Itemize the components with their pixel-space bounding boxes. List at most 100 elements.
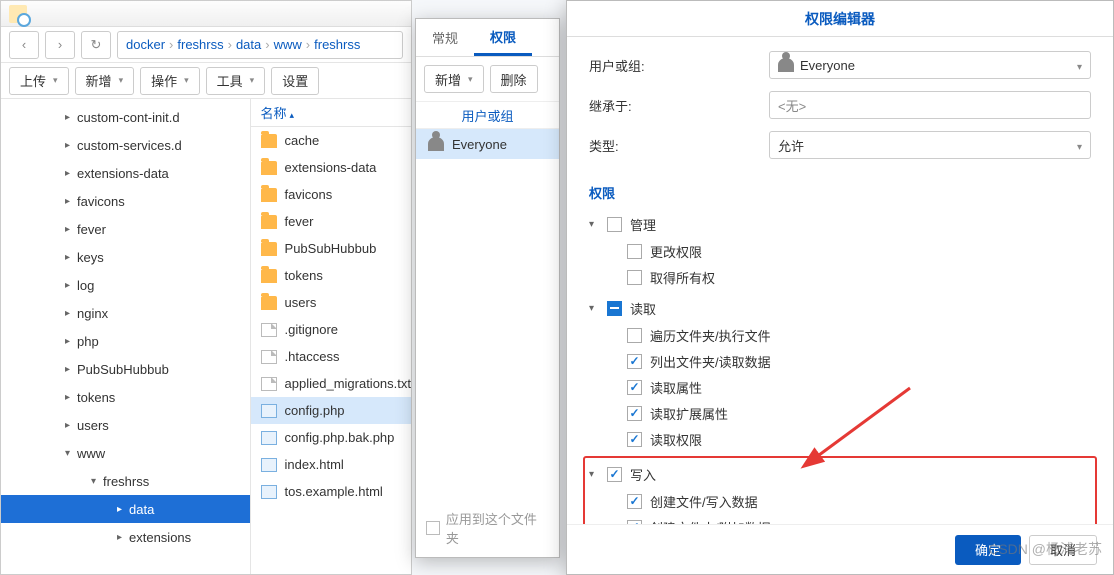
delete-button[interactable]: 删除 bbox=[490, 65, 538, 93]
twisty-icon[interactable]: ▸ bbox=[65, 392, 77, 403]
perm-item[interactable]: 读取权限 bbox=[589, 426, 1091, 452]
checkbox[interactable] bbox=[627, 494, 642, 509]
upload-button[interactable]: 上传 bbox=[9, 67, 69, 95]
perm-item[interactable]: 遍历文件夹/执行文件 bbox=[589, 322, 1091, 348]
twisty-icon[interactable]: ▾ bbox=[65, 448, 77, 459]
add-button[interactable]: 新增 bbox=[424, 65, 484, 93]
refresh-button[interactable]: ↻ bbox=[81, 31, 111, 59]
folder-tree[interactable]: ▸custom-cont-init.d▸custom-services.d▸ex… bbox=[1, 99, 251, 574]
tree-item[interactable]: ▸keys bbox=[1, 243, 250, 271]
perm-item[interactable]: 创建文件/写入数据 bbox=[589, 488, 1091, 514]
file-row[interactable]: tos.example.html bbox=[251, 478, 411, 505]
tree-item[interactable]: ▸extensions bbox=[1, 523, 250, 551]
twisty-icon[interactable]: ▾ bbox=[91, 476, 103, 487]
tab-general[interactable]: 常规 bbox=[416, 19, 474, 56]
twisty-icon[interactable]: ▸ bbox=[65, 224, 77, 235]
tree-item[interactable]: ▸log bbox=[1, 271, 250, 299]
type-select[interactable]: 允许 bbox=[769, 131, 1091, 159]
twisty-icon[interactable]: ▸ bbox=[65, 168, 77, 179]
user-select[interactable]: Everyone bbox=[769, 51, 1091, 79]
settings-button[interactable]: 设置 bbox=[271, 67, 319, 95]
tree-item[interactable]: ▸custom-services.d bbox=[1, 131, 250, 159]
file-row[interactable]: config.php.bak.php bbox=[251, 424, 411, 451]
checkbox[interactable] bbox=[627, 244, 642, 259]
back-button[interactable]: ‹ bbox=[9, 31, 39, 59]
twisty-icon[interactable]: ▾ bbox=[589, 303, 599, 314]
tree-item[interactable]: ▸PubSubHubbub bbox=[1, 355, 250, 383]
inherit-select[interactable]: <无> bbox=[769, 91, 1091, 119]
file-row[interactable]: .gitignore bbox=[251, 316, 411, 343]
twisty-icon[interactable]: ▸ bbox=[65, 336, 77, 347]
checkbox[interactable] bbox=[607, 467, 622, 482]
file-row[interactable]: cache bbox=[251, 127, 411, 154]
cancel-button[interactable]: 取消 bbox=[1029, 535, 1097, 565]
tab-permissions[interactable]: 权限 bbox=[474, 19, 532, 56]
breadcrumb-segment[interactable]: data bbox=[236, 37, 261, 52]
perm-item[interactable]: 读取属性 bbox=[589, 374, 1091, 400]
checkbox[interactable] bbox=[627, 432, 642, 447]
new-button[interactable]: 新增 bbox=[75, 67, 135, 95]
forward-button[interactable]: › bbox=[45, 31, 75, 59]
tree-item[interactable]: ▸fever bbox=[1, 215, 250, 243]
file-row[interactable]: tokens bbox=[251, 262, 411, 289]
file-row[interactable]: .htaccess bbox=[251, 343, 411, 370]
twisty-icon[interactable]: ▸ bbox=[65, 280, 77, 291]
checkbox[interactable] bbox=[607, 217, 622, 232]
action-button[interactable]: 操作 bbox=[140, 67, 200, 95]
column-header-name[interactable]: 名称 bbox=[251, 99, 411, 127]
twisty-icon[interactable]: ▸ bbox=[65, 364, 77, 375]
tree-item[interactable]: ▾www bbox=[1, 439, 250, 467]
file-row[interactable]: PubSubHubbub bbox=[251, 235, 411, 262]
checkbox[interactable] bbox=[627, 270, 642, 285]
file-row[interactable]: users bbox=[251, 289, 411, 316]
twisty-icon[interactable]: ▸ bbox=[65, 420, 77, 431]
perm-group-head[interactable]: ▾写入 bbox=[589, 460, 1091, 488]
file-row[interactable]: index.html bbox=[251, 451, 411, 478]
twisty-icon[interactable]: ▾ bbox=[589, 469, 599, 480]
tree-item[interactable]: ▸extensions-data bbox=[1, 159, 250, 187]
tree-item[interactable]: ▸favicons bbox=[1, 187, 250, 215]
tools-button[interactable]: 工具 bbox=[206, 67, 266, 95]
tree-item[interactable]: ▸users bbox=[1, 411, 250, 439]
tree-item[interactable]: ▸data bbox=[1, 495, 250, 523]
breadcrumb-segment[interactable]: freshrss bbox=[314, 37, 360, 52]
breadcrumb-segment[interactable]: www bbox=[274, 37, 302, 52]
user-row-everyone[interactable]: Everyone bbox=[416, 129, 559, 159]
twisty-icon[interactable]: ▾ bbox=[589, 219, 599, 230]
breadcrumb[interactable]: docker›freshrss›data›www›freshrss bbox=[117, 31, 403, 59]
twisty-icon[interactable]: ▸ bbox=[65, 140, 77, 151]
twisty-icon[interactable]: ▸ bbox=[65, 112, 77, 123]
twisty-icon[interactable]: ▸ bbox=[65, 308, 77, 319]
perm-group-head[interactable]: ▾读取 bbox=[589, 294, 1091, 322]
tree-item[interactable]: ▸nginx bbox=[1, 299, 250, 327]
file-row[interactable]: favicons bbox=[251, 181, 411, 208]
ok-button[interactable]: 确定 bbox=[955, 535, 1021, 565]
checkbox[interactable] bbox=[607, 301, 622, 316]
perm-item[interactable]: 取得所有权 bbox=[589, 264, 1091, 290]
perm-group-head[interactable]: ▾管理 bbox=[589, 210, 1091, 238]
perm-item[interactable]: 读取扩展属性 bbox=[589, 400, 1091, 426]
file-list[interactable]: cacheextensions-datafaviconsfeverPubSubH… bbox=[251, 127, 411, 574]
perm-item[interactable]: 更改权限 bbox=[589, 238, 1091, 264]
twisty-icon[interactable]: ▸ bbox=[117, 532, 129, 543]
tree-item[interactable]: ▾freshrss bbox=[1, 467, 250, 495]
breadcrumb-segment[interactable]: docker bbox=[126, 37, 165, 52]
tree-item[interactable]: ▸tokens bbox=[1, 383, 250, 411]
file-row[interactable]: applied_migrations.txt bbox=[251, 370, 411, 397]
tree-item[interactable]: ▸php bbox=[1, 327, 250, 355]
checkbox[interactable] bbox=[627, 380, 642, 395]
perm-item[interactable]: 创建文件夹/附加数据 bbox=[589, 514, 1091, 524]
twisty-icon[interactable]: ▸ bbox=[65, 252, 77, 263]
perm-item[interactable]: 列出文件夹/读取数据 bbox=[589, 348, 1091, 374]
file-row[interactable]: extensions-data bbox=[251, 154, 411, 181]
twisty-icon[interactable]: ▸ bbox=[117, 504, 129, 515]
twisty-icon[interactable]: ▸ bbox=[65, 196, 77, 207]
checkbox[interactable] bbox=[627, 406, 642, 421]
breadcrumb-segment[interactable]: freshrss bbox=[177, 37, 223, 52]
checkbox[interactable] bbox=[627, 354, 642, 369]
file-row[interactable]: config.php bbox=[251, 397, 411, 424]
apply-all-checkbox[interactable] bbox=[426, 521, 440, 535]
checkbox[interactable] bbox=[627, 328, 642, 343]
tree-item[interactable]: ▸custom-cont-init.d bbox=[1, 103, 250, 131]
file-row[interactable]: fever bbox=[251, 208, 411, 235]
